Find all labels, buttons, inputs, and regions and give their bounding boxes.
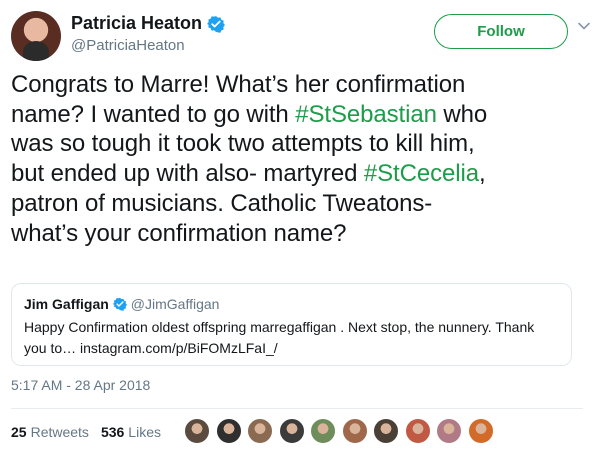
quoted-author-name: Jim Gaffigan: [24, 296, 109, 312]
liker-avatars: [184, 418, 499, 444]
liker-avatar[interactable]: [247, 418, 273, 444]
liker-avatar[interactable]: [184, 418, 210, 444]
retweets-label: Retweets: [30, 424, 89, 440]
liker-avatar[interactable]: [436, 418, 462, 444]
tweet-text-segment: patron of musicians. Catholic Tweatons-: [11, 189, 433, 217]
quoted-tweet-line: Happy Confirmation oldest offspring marr…: [24, 319, 535, 335]
likes-count: 536: [100, 424, 125, 440]
author-name[interactable]: Patricia Heaton: [71, 13, 202, 34]
likes-label: Likes: [128, 424, 161, 440]
liker-avatar[interactable]: [310, 418, 336, 444]
quoted-tweet-text: Happy Confirmation oldest offspring marr…: [24, 317, 564, 359]
tweet-text-line: was so tough it took two attempts to kil…: [11, 129, 586, 159]
tweet-text-segment: what’s your confirmation name?: [11, 219, 347, 247]
quoted-tweet-line: you to… instagram.com/p/BiFOMzLFaI_/: [24, 340, 278, 356]
verified-badge-icon: [112, 297, 127, 311]
tweet-header: Patricia Heaton @PatriciaHeaton Follow: [11, 11, 590, 61]
hashtag-link[interactable]: #StSebastian: [295, 101, 437, 128]
tweet-text-segment: Congrats to Marre! What’s her confirmati…: [11, 71, 466, 98]
liker-avatar[interactable]: [373, 418, 399, 444]
tweet-timestamp[interactable]: 5:17 AM - 28 Apr 2018: [11, 377, 150, 393]
tweet-text-segment: name? I wanted to go with: [11, 100, 296, 128]
divider: [11, 408, 583, 409]
author-handle[interactable]: @PatriciaHeaton: [71, 37, 185, 54]
tweet-text-line: patron of musicians. Catholic Tweatons-: [11, 189, 586, 219]
author-avatar[interactable]: [11, 11, 61, 61]
tweet-text-segment: who: [436, 100, 488, 128]
tweet-text-segment: was so tough it took two attempts to kil…: [11, 130, 475, 158]
quoted-tweet-header: Jim Gaffigan @JimGaffigan: [24, 296, 219, 312]
tweet-text-line: name? I wanted to go with #StSebastian w…: [11, 100, 586, 130]
liker-avatar[interactable]: [404, 418, 431, 444]
retweets-stat[interactable]: 25 Retweets: [11, 424, 89, 440]
retweets-count: 25: [11, 424, 27, 440]
hashtag-link[interactable]: #StCecelia: [364, 160, 479, 187]
liker-avatar[interactable]: [341, 418, 368, 444]
chevron-down-icon[interactable]: [577, 19, 591, 33]
tweet-stats: 25 Retweets 536 Likes: [11, 424, 173, 440]
liker-avatar[interactable]: [278, 418, 305, 444]
tweet-text-segment: but ended up with also- martyred: [11, 160, 364, 188]
tweet-text-line: Congrats to Marre! What’s her confirmati…: [11, 70, 586, 100]
tweet-text: Congrats to Marre! What’s her confirmati…: [11, 70, 586, 248]
verified-badge-icon: [207, 15, 225, 33]
quoted-tweet[interactable]: Jim Gaffigan @JimGaffigan Happy Confirma…: [11, 283, 572, 366]
liker-avatar[interactable]: [467, 418, 494, 444]
follow-button[interactable]: Follow: [434, 14, 568, 49]
tweet-text-line: but ended up with also- martyred #StCece…: [11, 159, 586, 189]
liker-avatar[interactable]: [215, 418, 242, 444]
quoted-author-handle: @JimGaffigan: [130, 296, 220, 312]
tweet-text-line: what’s your confirmation name?: [11, 219, 586, 249]
likes-stat[interactable]: 536 Likes: [101, 424, 161, 440]
author-name-line: Patricia Heaton: [71, 13, 225, 34]
tweet-text-segment: ,: [478, 160, 486, 188]
